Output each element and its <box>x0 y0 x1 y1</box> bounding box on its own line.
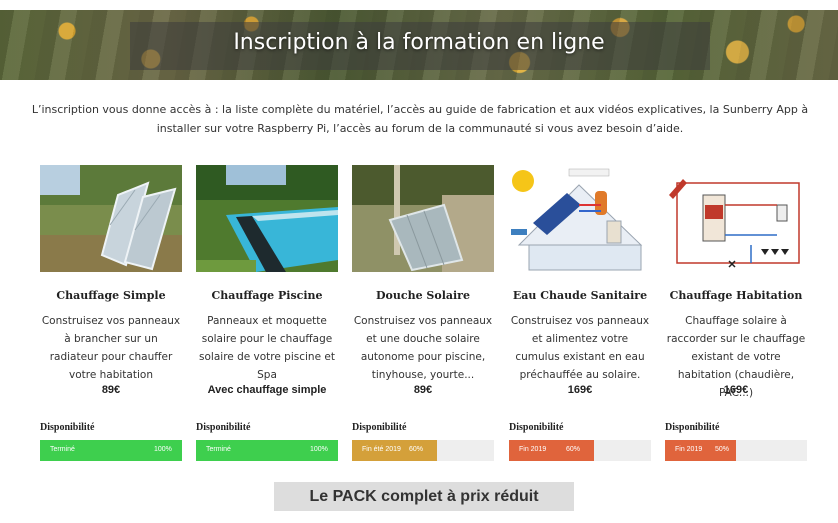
product-description: Construisez vos panneaux et alimentez vo… <box>510 315 650 381</box>
product-card-chauffage-simple[interactable]: Chauffage Simple Construisez vos panneau… <box>40 165 182 461</box>
availability-label: Disponibilité <box>665 422 720 433</box>
product-title[interactable]: Chauffage Simple <box>40 289 182 302</box>
availability-progress-bar: Terminé 100% <box>40 440 182 461</box>
product-price: 89€ <box>413 384 433 396</box>
product-price: 169€ <box>723 384 749 396</box>
availability-progress-bar: Terminé 100% <box>196 440 338 461</box>
product-extra: Avec chauffage simple <box>207 384 327 396</box>
product-card-douche-solaire[interactable]: Douche Solaire Construisez vos panneaux … <box>352 165 494 461</box>
product-card-chauffage-piscine[interactable]: Chauffage Piscine Panneaux et moquette s… <box>196 165 338 461</box>
availability-label: Disponibilité <box>352 422 407 433</box>
availability-progress-bar: Fin 2019 60% <box>509 440 651 461</box>
product-title[interactable]: Chauffage Piscine <box>196 289 338 302</box>
progress-status: Terminé <box>206 446 231 453</box>
availability-label: Disponibilité <box>40 422 95 433</box>
progress-percent: 50% <box>715 446 730 453</box>
product-description: Construisez vos panneaux et une douche s… <box>353 315 493 381</box>
product-description: Chauffage solaire à raccorder sur le cha… <box>666 315 806 399</box>
progress-percent: 100% <box>154 446 172 453</box>
product-image-chauffage-simple[interactable] <box>40 165 182 272</box>
progress-status: Fin été 2019 <box>362 446 401 453</box>
progress-status: Fin 2019 <box>519 446 547 453</box>
product-price: 169€ <box>567 384 593 396</box>
progress-percent: 100% <box>310 446 328 453</box>
product-description: Panneaux et moquette solaire pour le cha… <box>199 315 335 381</box>
progress-status: Fin 2019 <box>675 446 703 453</box>
product-card-chauffage-habitation[interactable]: Chauffage Habitation Chauffage solaire à… <box>665 165 807 461</box>
product-title[interactable]: Eau Chaude Sanitaire <box>509 289 651 302</box>
product-image-chauffage-habitation[interactable] <box>665 165 807 272</box>
product-title[interactable]: Chauffage Habitation <box>665 289 807 302</box>
product-image-chauffage-piscine[interactable] <box>196 165 338 272</box>
product-title[interactable]: Douche Solaire <box>352 289 494 302</box>
availability-progress-bar: Fin 2019 50% <box>665 440 807 461</box>
product-price: 89€ <box>101 384 121 396</box>
product-card-eau-chaude-sanitaire[interactable]: Eau Chaude Sanitaire Construisez vos pan… <box>509 165 651 461</box>
availability-label: Disponibilité <box>196 422 251 433</box>
pack-complet-button[interactable]: Le PACK complet à prix réduit <box>274 482 574 511</box>
product-image-eau-chaude-sanitaire[interactable] <box>509 165 651 272</box>
intro-text: L’inscription vous donne accès à : la li… <box>31 103 809 135</box>
availability-label: Disponibilité <box>509 422 564 433</box>
product-description: Construisez vos panneaux à brancher sur … <box>41 315 181 381</box>
progress-percent: 60% <box>409 446 424 453</box>
header-banner: Inscription à la formation en ligne <box>0 10 838 80</box>
page-title: Inscription à la formation en ligne <box>233 30 605 55</box>
progress-percent: 60% <box>566 446 581 453</box>
product-image-douche-solaire[interactable] <box>352 165 494 272</box>
availability-progress-bar: Fin été 2019 60% <box>352 440 494 461</box>
progress-status: Terminé <box>50 446 75 453</box>
